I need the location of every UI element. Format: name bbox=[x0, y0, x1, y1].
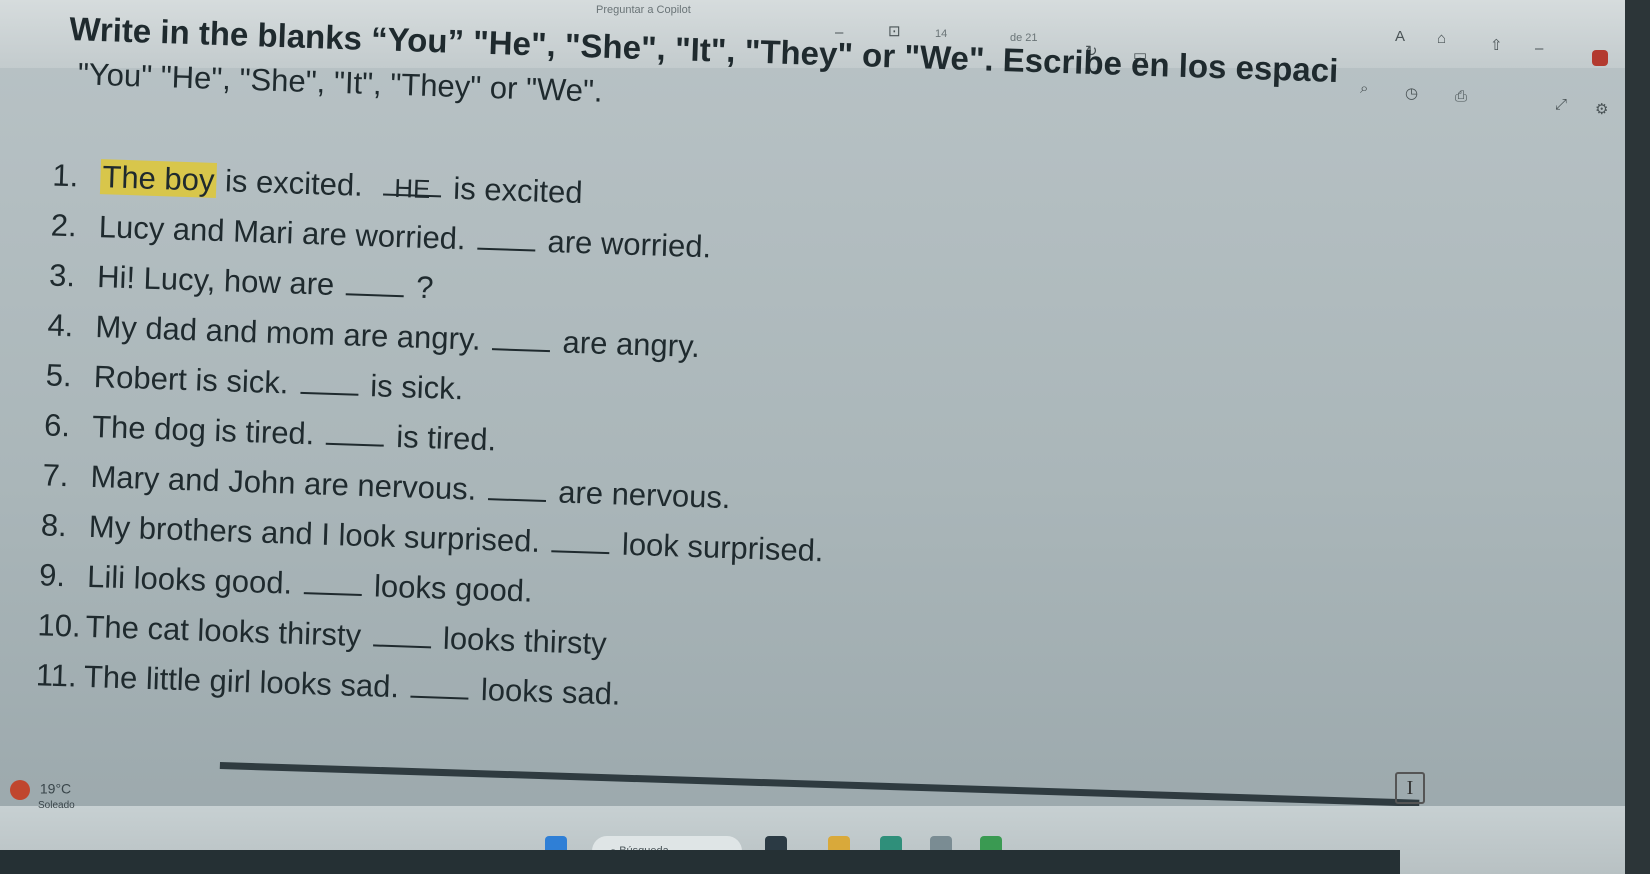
exercise-item-4: 4. My dad and mom are angry. are angry. bbox=[46, 307, 701, 365]
answer-blank[interactable] bbox=[410, 681, 470, 700]
draw-icon[interactable]: ⌂ bbox=[1437, 30, 1446, 47]
exercise-item-11: 11. The little girl looks sad. looks sad. bbox=[35, 657, 622, 712]
exercise-item-2: 2. Lucy and Mari are worried. are worried. bbox=[50, 207, 712, 265]
minimize-icon[interactable]: – bbox=[1535, 40, 1543, 57]
answer-blank[interactable]: HE bbox=[383, 173, 442, 204]
answer-blank[interactable] bbox=[492, 334, 551, 353]
answer-blank[interactable] bbox=[303, 578, 363, 596]
exercise-item-10: 10. The cat looks thirsty looks thirsty bbox=[37, 607, 608, 662]
screen-edge bbox=[1625, 0, 1650, 874]
exercise-item-1: 1. The boy is excited. HE is excited bbox=[51, 157, 584, 211]
weather-icon bbox=[10, 780, 30, 800]
screen-bezel bbox=[0, 850, 1400, 874]
answer-blank[interactable] bbox=[345, 279, 405, 298]
highlighted-subject: The boy bbox=[99, 159, 218, 198]
exercise-item-8: 8. My brothers and I look surprised. look … bbox=[40, 507, 825, 569]
worksheet: Write in the blanks “You” "He", "She", "… bbox=[35, 10, 1629, 821]
read-aloud-icon[interactable]: A bbox=[1395, 28, 1405, 45]
answer-blank[interactable] bbox=[326, 428, 385, 447]
exercise-item-7: 7. Mary and John are nervous. are nervous. bbox=[41, 457, 732, 516]
answer-blank[interactable] bbox=[477, 233, 536, 252]
answer-blank[interactable] bbox=[487, 484, 547, 503]
weather-desc: Soleado bbox=[38, 800, 75, 811]
copilot-prompt[interactable]: Preguntar a Copilot bbox=[596, 4, 691, 16]
weather-temp: 19°C bbox=[39, 780, 72, 797]
exercise-item-5: 5. Robert is sick. is sick. bbox=[45, 357, 464, 407]
answer-blank[interactable] bbox=[300, 377, 359, 396]
share-icon[interactable]: ⇧ bbox=[1490, 36, 1503, 54]
exercise-item-3: 3. Hi! Lucy, how are? bbox=[48, 257, 435, 306]
worksheet-subtitle: "You" "He", "She", "It", "They" or "We". bbox=[77, 56, 604, 109]
answer-blank[interactable] bbox=[372, 630, 432, 649]
text-cursor-icon: I bbox=[1395, 772, 1425, 804]
exercise-item-9: 9. Lili looks good. looks good. bbox=[38, 557, 534, 609]
exercise-item-6: 6. The dog is tired. is tired. bbox=[43, 407, 497, 458]
weather-widget[interactable]: 19°C Soleado bbox=[10, 780, 75, 811]
answer-blank[interactable] bbox=[551, 536, 611, 555]
